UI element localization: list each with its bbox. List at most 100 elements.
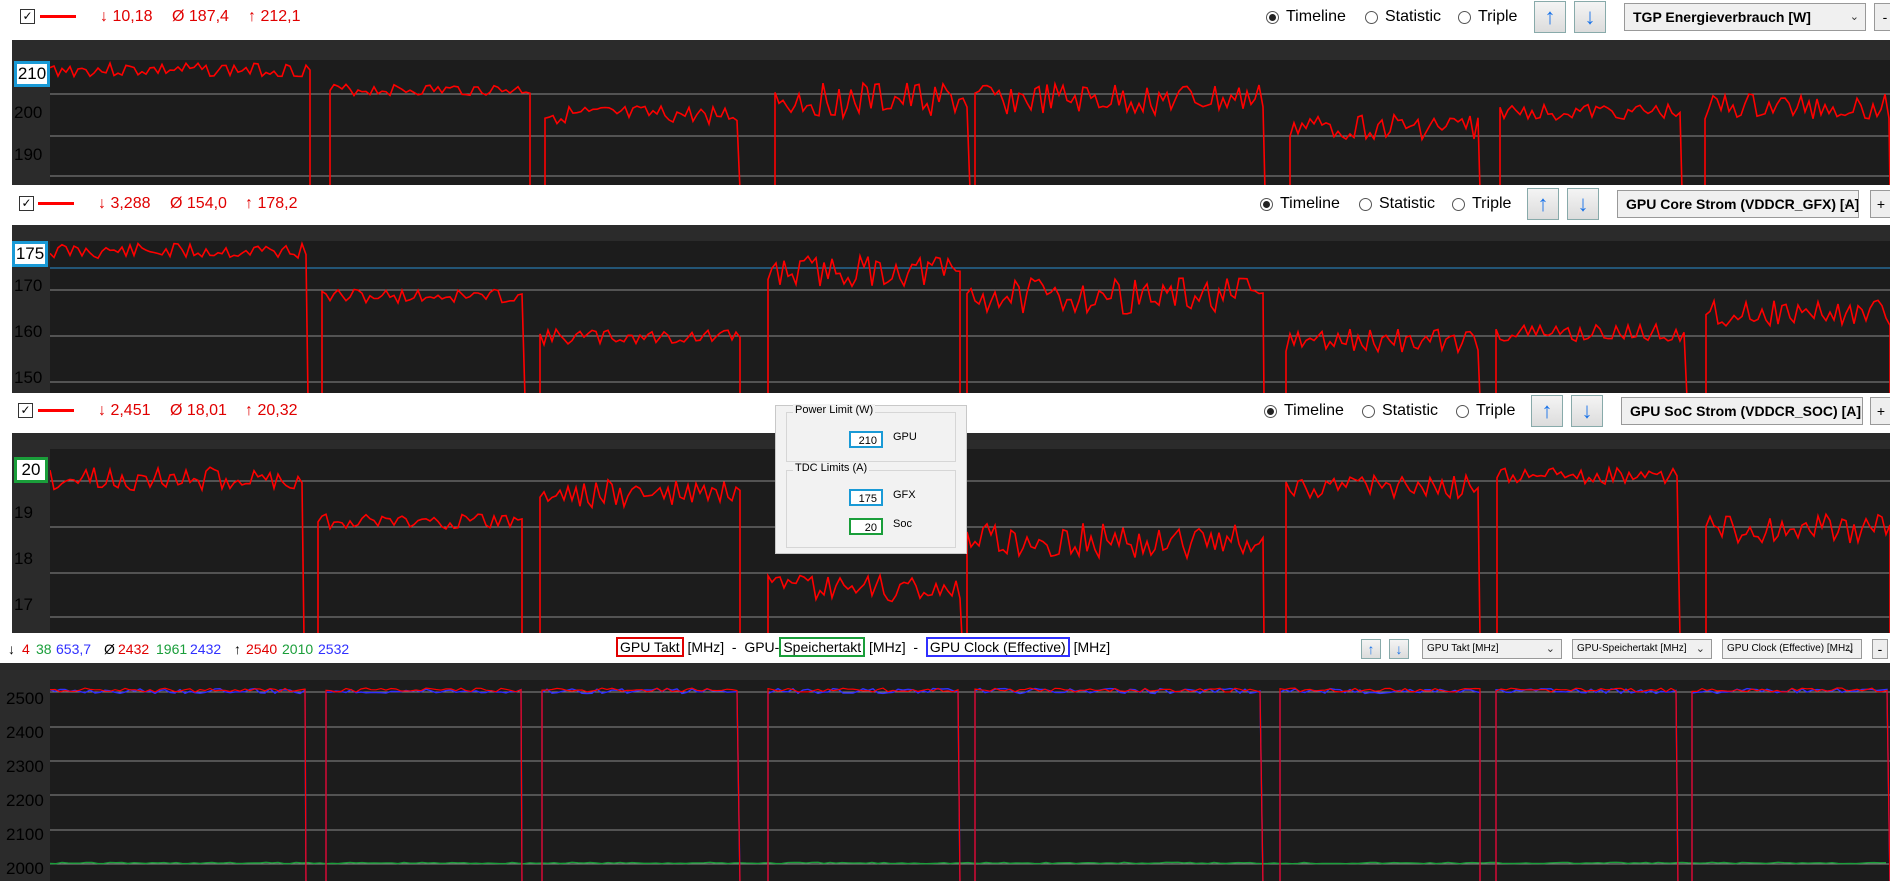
radio-triple[interactable]: Triple	[1458, 8, 1517, 26]
power-limit-group: Power Limit (W) 210 GPU	[786, 404, 956, 462]
plot-area	[50, 241, 1890, 393]
radio-dot	[1264, 404, 1277, 418]
radio-dot	[1452, 197, 1465, 211]
stat-avg-symbol: Ø	[104, 641, 115, 657]
stat-min-takt: 4	[22, 641, 30, 657]
arrow-down-icon[interactable]: ↓	[1571, 395, 1603, 427]
y-tick-label: 18	[14, 549, 33, 568]
stat-avg: Ø 18,01	[170, 402, 227, 419]
clock-panel-header: ↓ 4 38 653,7 Ø 2432 1961 2432 ↑ 2540 201…	[0, 637, 1890, 663]
chevron-down-icon: ⌄	[1545, 643, 1555, 655]
legend-effective: GPU Clock (Effective)	[925, 637, 1070, 657]
y-tick-label: 2300	[6, 757, 44, 776]
stat-max: ↑ 178,2	[245, 195, 298, 212]
stat-min-arrow: ↓	[8, 641, 15, 657]
chevron-down-icon: ⌄	[1845, 643, 1855, 655]
arrow-down-icon[interactable]: ↓	[1574, 1, 1606, 33]
power-limit-input[interactable]: 210	[849, 431, 883, 448]
radio-label: Triple	[1476, 402, 1516, 419]
checkbox-check-icon[interactable]: ✓	[20, 9, 35, 24]
tdc-limits-group: TDC Limits (A) 175 GFX 20 Soc	[786, 462, 956, 548]
checkbox-check-icon[interactable]: ✓	[18, 403, 33, 418]
y-tick-label: 2000	[6, 859, 44, 878]
radio-statistic[interactable]: Statistic	[1362, 402, 1438, 420]
timeline-chart	[50, 465, 1890, 633]
panel-tgp: ✓ ↓ 10,18 Ø 187,4 ↑ 212,1 Timeline Stati…	[0, 0, 1890, 185]
plot-area	[50, 60, 1890, 185]
chevron-down-icon: ⌄	[1695, 643, 1705, 655]
y-tick-label: 2400	[6, 723, 44, 742]
legend-speichertakt: Speichertakt	[779, 637, 866, 657]
y-tick-label: 19	[14, 503, 33, 522]
radio-label: Timeline	[1286, 8, 1346, 25]
radio-triple[interactable]: Triple	[1456, 402, 1515, 420]
radio-dot	[1365, 10, 1378, 24]
radio-label: Timeline	[1280, 195, 1340, 212]
sensor-select-speicher[interactable]: GPU-Speichertakt [MHz] ⌄	[1572, 639, 1712, 659]
sensor-select[interactable]: GPU SoC Strom (VDDCR_SOC) [A] ⌄	[1621, 397, 1863, 425]
arrow-up-icon[interactable]: ↑	[1534, 1, 1566, 33]
radio-statistic[interactable]: Statistic	[1365, 8, 1441, 26]
sensor-select-effective[interactable]: GPU Clock (Effective) [MHz] ⌄	[1722, 639, 1862, 659]
sensor-select[interactable]: TGP Energieverbrauch [W] ⌄	[1624, 3, 1866, 31]
checkbox-check-icon[interactable]: ✓	[19, 196, 34, 211]
gfx-limit-input[interactable]: 175	[849, 489, 883, 506]
plus-button[interactable]: +	[1870, 190, 1890, 218]
sensor-select[interactable]: GPU Core Strom (VDDCR_GFX) [A] ⌄	[1617, 190, 1859, 218]
gfx-limit-label: GFX	[893, 489, 916, 501]
plus-button[interactable]: -	[1874, 3, 1890, 31]
panel-core-current: ✓ ↓ 3,288 Ø 154,0 ↑ 178,2 Timeline Stati…	[0, 185, 1890, 393]
stat-min: ↓ 2,451	[98, 402, 151, 419]
radio-label: Triple	[1472, 195, 1512, 212]
radio-timeline[interactable]: Timeline	[1260, 195, 1340, 213]
panel-header: ✓ ↓ 10,18 Ø 187,4 ↑ 212,1 Timeline Stati…	[0, 0, 1890, 34]
soc-limit-label: Soc	[893, 518, 912, 530]
timeline-chart	[50, 241, 1890, 393]
legend-unit: [MHz] -	[865, 639, 926, 655]
y-tick-label: 17	[14, 595, 33, 614]
stat-max-effective: 2532	[318, 641, 350, 657]
soc-limit-input[interactable]: 20	[849, 518, 883, 535]
legend-unit: [MHz] - GPU-	[683, 639, 780, 655]
plot-area	[50, 449, 1890, 633]
limit-highlight-label: 210	[14, 61, 50, 87]
tdc-limits-title: TDC Limits (A)	[793, 462, 870, 474]
sensor-select-value: GPU Core Strom (VDDCR_GFX) [A]	[1626, 196, 1859, 212]
plot-area	[50, 680, 1890, 881]
y-tick-label: 190	[14, 145, 43, 164]
arrow-up-icon[interactable]: ↑	[1531, 395, 1563, 427]
legend-gpu-takt: GPU Takt	[616, 637, 684, 657]
plus-button[interactable]: +	[1870, 397, 1890, 425]
radio-timeline[interactable]: Timeline	[1264, 402, 1344, 420]
stat-avg-speicher: 1961	[156, 641, 188, 657]
stat-max: ↑ 20,32	[245, 402, 298, 419]
power-limit-label: GPU	[893, 431, 917, 443]
gpu-takt-line	[50, 687, 1890, 881]
radio-label: Statistic	[1379, 195, 1436, 212]
arrow-up-icon[interactable]: ↑	[1361, 639, 1381, 659]
arrow-down-icon[interactable]: ↓	[1389, 639, 1409, 659]
y-tick-label: 170	[14, 276, 43, 295]
chevron-down-icon: ⌄	[1842, 198, 1852, 210]
y-tick-label: 200	[14, 103, 43, 122]
series-line	[50, 241, 1890, 393]
sensor-select-takt[interactable]: GPU Takt [MHz] ⌄	[1422, 639, 1562, 659]
stat-avg: Ø 187,4	[172, 8, 229, 25]
series-legend-line	[38, 202, 74, 205]
stat-avg-takt: 2432	[118, 641, 150, 657]
radio-dot	[1359, 197, 1372, 211]
radio-dot	[1260, 197, 1273, 211]
legend: GPU Takt [MHz] - GPU- Speichertakt [MHz] …	[616, 637, 1110, 657]
radio-timeline[interactable]: Timeline	[1266, 8, 1346, 26]
radio-statistic[interactable]: Statistic	[1359, 195, 1435, 213]
arrow-down-icon[interactable]: ↓	[1567, 188, 1599, 220]
radio-label: Timeline	[1284, 402, 1344, 419]
stat-min-effective: 653,7	[56, 641, 92, 657]
stat-max-arrow: ↑	[234, 641, 241, 657]
arrow-up-icon[interactable]: ↑	[1527, 188, 1559, 220]
radio-label: Statistic	[1382, 402, 1439, 419]
stat-max-takt: 2540	[246, 641, 278, 657]
radio-triple[interactable]: Triple	[1452, 195, 1511, 213]
sensor-select-value: GPU Clock (Effective) [MHz]	[1727, 643, 1853, 654]
minus-button[interactable]: -	[1872, 639, 1888, 659]
